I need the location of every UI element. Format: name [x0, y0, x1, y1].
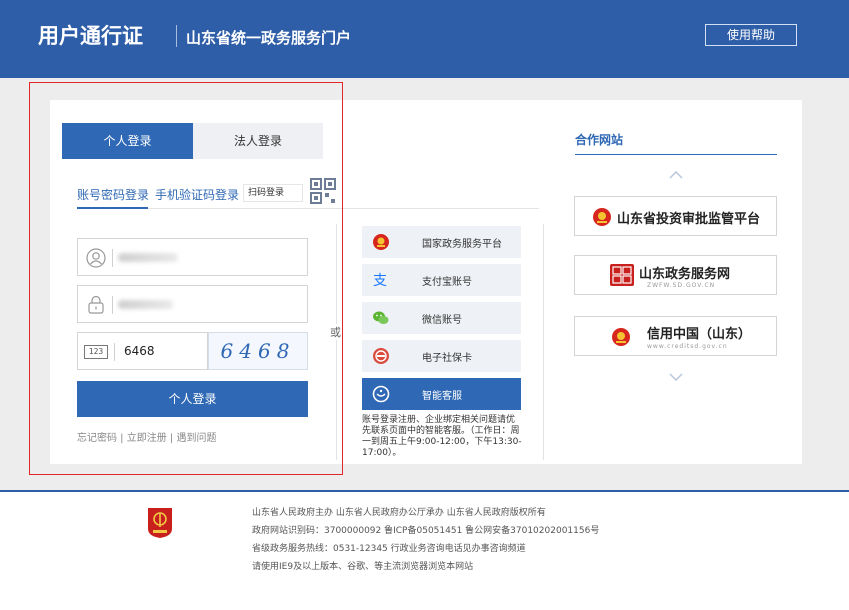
- smart-service-button[interactable]: 智能客服: [362, 378, 521, 410]
- alt-login-label: 微信账号: [422, 315, 462, 326]
- wechat-login[interactable]: 微信账号: [362, 302, 521, 334]
- service-notice: 账号登录注册、企业绑定相关问题请优先联系页面中的智能客服。（工作日：周一到周五上…: [362, 415, 522, 458]
- brand-divider: [176, 25, 177, 47]
- chevron-down-icon[interactable]: [668, 372, 684, 382]
- footer-sponsor: 山东省人民政府主办 山东省人民政府办公厅承办 山东省人民政府版权所有: [252, 508, 546, 518]
- alt-login-label: 国家政务服务平台: [422, 239, 502, 250]
- footer-registration: 政府网站识别码：3700000092 鲁ICP备05051451 鲁公网安备37…: [252, 526, 600, 536]
- partner-domain: ZWFW.SD.GOV.CN: [647, 282, 716, 289]
- footer-hotline: 省级政务服务热线：0531-12345 行政业务咨询电话见办事咨询频道: [252, 544, 526, 554]
- partner-shandong-gov-service[interactable]: 山东政务服务网 ZWFW.SD.GOV.CN: [574, 255, 777, 295]
- national-platform-login[interactable]: 国家政务服务平台: [362, 226, 521, 258]
- footer-browser-note: 请使用IE9及以上版本、谷歌、等主流浏览器浏览本网站: [252, 562, 474, 572]
- national-emblem-icon: [612, 328, 630, 346]
- partner-label: 山东政务服务网: [639, 267, 731, 282]
- portal-subtitle: 山东省统一政务服务门户: [186, 29, 352, 47]
- alt-login-label: 智能客服: [422, 391, 462, 402]
- national-emblem-icon: [593, 208, 611, 226]
- alipay-login[interactable]: 支 支付宝账号: [362, 264, 521, 296]
- partner-label: 信用中国（山东）: [647, 327, 752, 342]
- header: 用户通行证 山东省统一政务服务门户 使用帮助: [0, 0, 849, 78]
- partner-domain: www.creditsd.gov.cn: [647, 343, 728, 350]
- partner-credit-china-shandong[interactable]: 信用中国（山东） www.creditsd.gov.cn: [574, 316, 777, 356]
- footer-divider: [0, 490, 849, 492]
- svg-text:支: 支: [373, 273, 387, 289]
- highlight-box: [29, 82, 343, 475]
- partner-divider: [543, 224, 544, 460]
- alt-login-label: 电子社保卡: [422, 353, 472, 364]
- brand-title: 用户通行证: [38, 24, 143, 48]
- national-emblem-icon: [373, 234, 389, 250]
- chat-service-icon: [372, 385, 390, 403]
- alt-login-label: 支付宝账号: [422, 277, 472, 288]
- help-button[interactable]: 使用帮助: [705, 24, 797, 46]
- partner-sites-title: 合作网站: [575, 133, 624, 147]
- chevron-up-icon[interactable]: [668, 170, 684, 180]
- gov-error-report-logo-icon[interactable]: [147, 507, 173, 539]
- wechat-icon: [373, 311, 389, 324]
- social-security-card-login[interactable]: 电子社保卡: [362, 340, 521, 372]
- partner-title-underline: [575, 154, 777, 155]
- partner-investment-platform[interactable]: 山东省投资审批监管平台: [574, 196, 777, 236]
- seal-logo-icon: [610, 264, 634, 286]
- alipay-icon: 支: [373, 273, 387, 289]
- partner-label: 山东省投资审批监管平台: [617, 212, 761, 227]
- social-security-card-icon: [373, 348, 389, 364]
